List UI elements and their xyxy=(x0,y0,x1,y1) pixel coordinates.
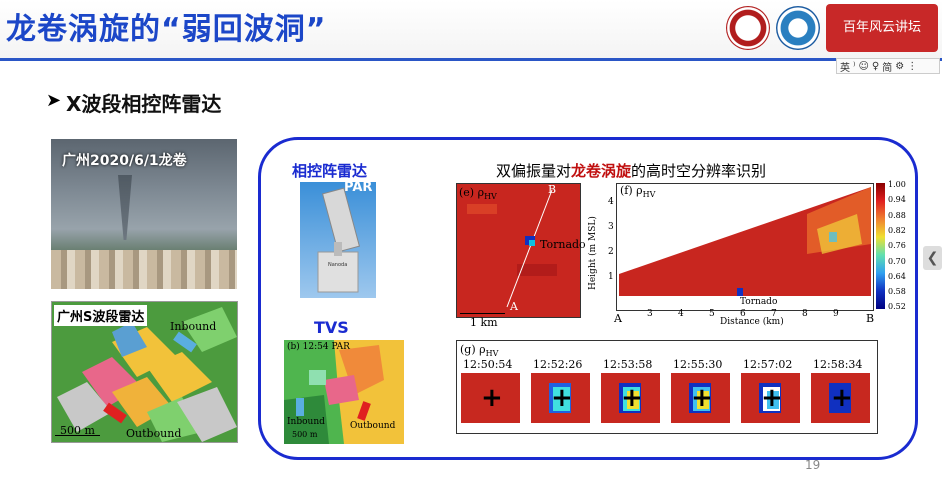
panel-f-x-tick: 5 xyxy=(709,309,715,319)
dual-pol-title: 双偏振量对龙卷涡旋的高时空分辨率识别 xyxy=(496,160,766,181)
photo-label: 广州2020/6/1龙卷 xyxy=(62,153,187,169)
panel-g-caption: (g) ρHV xyxy=(460,343,498,358)
panel-e-point-b: B xyxy=(548,183,557,196)
panel-f-y-tick: 1 xyxy=(608,272,614,282)
panel-f-colorbar-tick: 0.76 xyxy=(888,241,906,251)
panel-f-caption-main: (f) ρ xyxy=(620,184,643,197)
panel-f-colorbar-tick: 0.58 xyxy=(888,287,906,297)
panel-g-caption-sub: HV xyxy=(485,349,499,359)
panel-g-thumbnail: + xyxy=(601,373,660,423)
ime-item-punct[interactable]: ⁾ xyxy=(853,61,855,72)
sband-outbound-label: Outbound xyxy=(126,427,182,440)
ime-toolbar[interactable]: 英 ⁾ ☺ ♀ 简 ⚙ ⋮ xyxy=(836,58,940,74)
dual-title-pre: 双偏振量对 xyxy=(496,162,572,180)
panel-f-colorbar-tick: 0.52 xyxy=(888,302,906,312)
panel-f-ylabel: Height (m MSL) xyxy=(588,216,598,290)
ime-item-emoji[interactable]: ☺ xyxy=(858,61,868,72)
panel-f-x-tick: 6 xyxy=(740,309,746,319)
section-subtitle: X波段相控阵雷达 xyxy=(66,92,222,116)
par-maker-label: Nanoda xyxy=(328,262,348,268)
par-label: 相控阵雷达 xyxy=(292,162,368,180)
pku-seal-logo xyxy=(726,6,770,50)
panel-e-scale-bar xyxy=(460,313,505,314)
tornado-center-marker-icon: + xyxy=(621,383,643,413)
tvs-label: TVS xyxy=(314,318,349,337)
panel-f-colorbar-tick: 0.70 xyxy=(888,256,906,266)
tornado-center-marker-icon: + xyxy=(761,383,783,413)
par-tag: PAR xyxy=(344,180,373,195)
panel-e-point-a: A xyxy=(510,300,518,313)
prev-slide-chevron-icon[interactable]: ❮ xyxy=(923,246,942,270)
panel-f-x-tick: 3 xyxy=(647,309,653,319)
panel-g-thumbnail: + xyxy=(671,373,730,423)
panel-g-time-label: 12:52:26 xyxy=(533,358,583,371)
panel-e-caption-main: (e) ρ xyxy=(459,186,485,199)
tvs-caption: (b) 12:54 PAR xyxy=(287,342,350,352)
sband-inbound-label: Inbound xyxy=(170,320,217,333)
panel-f-x-tick: 8 xyxy=(802,309,808,319)
panel-e-scale: 1 km xyxy=(470,316,498,329)
panel-e-caption: (e) ρHV xyxy=(459,186,497,201)
par-radar-photo xyxy=(300,182,376,298)
panel-f-svg xyxy=(619,187,871,296)
panel-f-colorbar-tick: 1.00 xyxy=(888,180,906,189)
ime-more-icon[interactable]: ⋮ xyxy=(907,61,917,72)
panel-f-x-tick: 7 xyxy=(771,309,777,319)
panel-f-point-a: A xyxy=(614,312,622,325)
tornado-center-marker-icon: + xyxy=(691,383,713,413)
weather-center-logo xyxy=(776,6,820,50)
sband-label: 广州S波段雷达 xyxy=(54,305,148,326)
forum-logo-text: 百年风云讲坛 xyxy=(842,20,921,35)
panel-g-thumbnail: + xyxy=(811,373,870,423)
panel-g-time-label: 12:57:02 xyxy=(743,358,793,371)
panel-g-caption-main: (g) ρ xyxy=(460,343,486,356)
panel-f-y-tick: 4 xyxy=(608,197,614,207)
ime-settings-icon[interactable]: ⚙ xyxy=(895,61,904,72)
panel-g-time-label: 12:50:54 xyxy=(463,358,513,371)
ime-item-lang[interactable]: 英 xyxy=(840,59,850,74)
panel-f-colorbar-tick: 0.82 xyxy=(888,225,906,235)
panel-g-thumbnail: + xyxy=(741,373,800,423)
panel-f-point-b: B xyxy=(866,312,875,325)
city-buildings xyxy=(51,250,237,289)
panel-g-thumbnail: + xyxy=(461,373,520,423)
panel-f-caption: (f) ρHV xyxy=(620,184,655,199)
panel-f-tornado-label: Tornado xyxy=(740,297,778,307)
panel-e-tornado-label: Tornado xyxy=(540,238,586,251)
page-number: 19 xyxy=(805,458,821,472)
panel-f-y-tick: 2 xyxy=(608,247,614,257)
bullet-arrow-icon: ➤ xyxy=(46,90,62,111)
panel-g-time-label: 12:55:30 xyxy=(673,358,723,371)
panel-g-time-label: 12:53:58 xyxy=(603,358,653,371)
ime-item-skin[interactable]: ♀ xyxy=(872,61,879,72)
panel-f-colorbar-tick: 0.64 xyxy=(888,271,906,281)
panel-f-caption-sub: HV xyxy=(642,190,656,200)
panel-e-caption-sub: HV xyxy=(484,192,497,202)
tornado-center-marker-icon: + xyxy=(551,383,573,413)
tornado-center-marker-icon: + xyxy=(831,383,853,413)
panel-f-colorbar xyxy=(876,183,885,309)
panel-g-time-label: 12:58:34 xyxy=(813,358,863,371)
tvs-inbound-arrow-icon xyxy=(296,398,304,416)
tvs-inbound-label: Inbound xyxy=(287,417,325,427)
dual-title-post: 的高时空分辨率识别 xyxy=(631,162,767,180)
forum-logo: 百年风云讲坛 xyxy=(826,4,938,52)
panel-f-x-tick: 4 xyxy=(678,309,684,319)
tvs-outbound-label: Outbound xyxy=(350,421,396,431)
par-radar-svg xyxy=(317,187,361,293)
sband-scale-bar xyxy=(55,435,100,436)
tvs-scale: 500 m xyxy=(292,430,318,439)
panel-f-rhi-chart xyxy=(616,183,874,311)
panel-g-thumbnail: + xyxy=(531,373,590,423)
slide-title: 龙卷涡旋的“弱回波洞” xyxy=(6,12,327,47)
panel-f-y-tick: 3 xyxy=(608,222,614,232)
panel-f-x-tick: 9 xyxy=(833,309,839,319)
ime-item-simplified[interactable]: 简 xyxy=(882,59,892,74)
panel-f-colorbar-tick: 0.88 xyxy=(888,210,906,220)
dual-title-bold: 龙卷涡旋 xyxy=(571,162,632,180)
tornado-center-marker-icon: + xyxy=(481,383,503,413)
panel-f-colorbar-tick: 0.94 xyxy=(888,195,906,205)
